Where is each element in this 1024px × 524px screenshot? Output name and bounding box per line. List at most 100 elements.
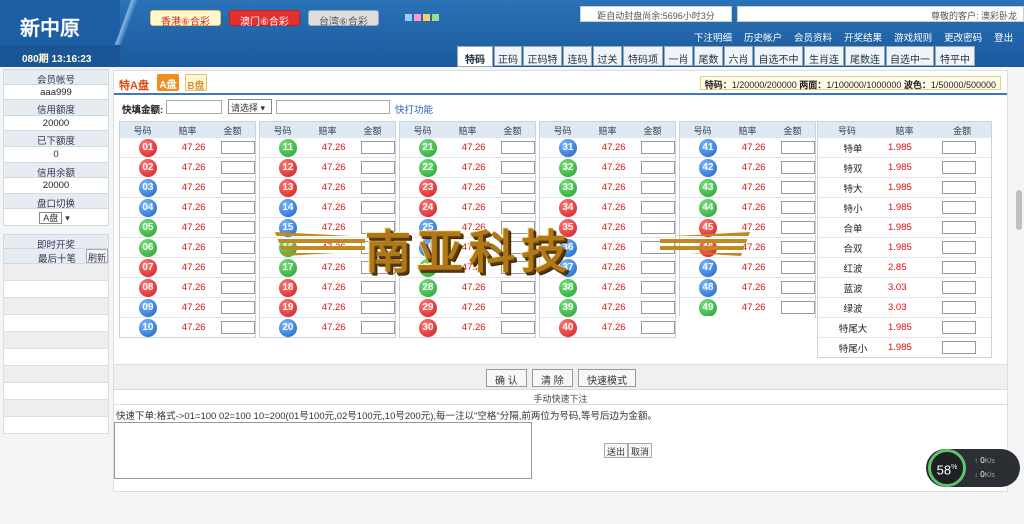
- manual-bet-textarea[interactable]: [114, 422, 532, 479]
- amount-input[interactable]: [641, 141, 675, 154]
- theme-green-icon[interactable]: [432, 14, 439, 21]
- tab-lianma[interactable]: 连码: [563, 46, 592, 66]
- number-ball[interactable]: 21: [419, 138, 437, 157]
- nav-history[interactable]: 历史帐户: [738, 30, 788, 44]
- amount-input[interactable]: [781, 141, 815, 154]
- amount-input[interactable]: [221, 281, 255, 294]
- number-ball[interactable]: 02: [139, 158, 157, 177]
- amount-input[interactable]: [942, 161, 976, 174]
- tab-yixiao[interactable]: 一肖: [664, 46, 693, 66]
- amount-input[interactable]: [221, 321, 255, 334]
- theme-orange-icon[interactable]: [423, 14, 430, 21]
- amount-input[interactable]: [781, 221, 815, 234]
- amount-input[interactable]: [361, 161, 395, 174]
- number-ball[interactable]: 07: [139, 258, 157, 277]
- number-ball[interactable]: 29: [419, 298, 437, 317]
- number-ball[interactable]: 12: [279, 158, 297, 177]
- number-ball[interactable]: 03: [139, 178, 157, 197]
- pan-switch-select[interactable]: A盘 ▾: [3, 209, 109, 227]
- nav-change-password[interactable]: 更改密码: [938, 30, 988, 44]
- tab-liuxiao[interactable]: 六肖: [724, 46, 753, 66]
- nav-logout[interactable]: 登出: [988, 30, 1019, 44]
- amount-input[interactable]: [942, 261, 976, 274]
- quick-fill-select[interactable]: 请选择 ▾: [228, 99, 272, 114]
- tab-guoguan[interactable]: 过关: [593, 46, 622, 66]
- amount-input[interactable]: [221, 141, 255, 154]
- amount-input[interactable]: [942, 341, 976, 354]
- clear-button[interactable]: 清 除: [532, 369, 573, 387]
- tab-tema[interactable]: 特码: [457, 46, 493, 67]
- amount-input[interactable]: [781, 161, 815, 174]
- amount-input[interactable]: [501, 321, 535, 334]
- number-ball[interactable]: 20: [279, 318, 297, 337]
- number-ball[interactable]: 09: [139, 298, 157, 317]
- number-ball[interactable]: 31: [559, 138, 577, 157]
- amount-input[interactable]: [221, 161, 255, 174]
- number-ball[interactable]: 04: [139, 198, 157, 217]
- number-ball[interactable]: 10: [139, 318, 157, 337]
- cancel-button[interactable]: 取消: [628, 443, 653, 458]
- amount-input[interactable]: [781, 261, 815, 274]
- nav-bet-details[interactable]: 下注明细: [688, 30, 738, 44]
- amount-input[interactable]: [221, 221, 255, 234]
- amount-input[interactable]: [221, 181, 255, 194]
- amount-input[interactable]: [221, 241, 255, 254]
- amount-input[interactable]: [221, 261, 255, 274]
- number-ball[interactable]: 23: [419, 178, 437, 197]
- number-ball[interactable]: 01: [139, 138, 157, 157]
- number-ball[interactable]: 22: [419, 158, 437, 177]
- amount-input[interactable]: [781, 201, 815, 214]
- pan-switch-value[interactable]: A盘: [39, 212, 63, 225]
- tab-zixuanzhongyi[interactable]: 自选中一: [886, 46, 934, 66]
- amount-input[interactable]: [942, 221, 976, 234]
- amount-input[interactable]: [781, 181, 815, 194]
- tab-weishu[interactable]: 尾数: [694, 46, 723, 66]
- amount-input[interactable]: [361, 141, 395, 154]
- number-ball[interactable]: 11: [279, 138, 297, 157]
- amount-input[interactable]: [641, 321, 675, 334]
- number-ball[interactable]: 32: [559, 158, 577, 177]
- tab-zhengma[interactable]: 正码: [494, 46, 522, 66]
- tab-weishulian[interactable]: 尾数连: [845, 46, 885, 66]
- region-tab-taiwan[interactable]: 台湾⑥合彩: [307, 10, 379, 28]
- quick-fill-numbers-input[interactable]: [276, 100, 390, 114]
- number-ball[interactable]: 19: [279, 298, 297, 317]
- region-tab-hk[interactable]: 香港⑥合彩: [150, 10, 221, 28]
- amount-input[interactable]: [942, 181, 976, 194]
- pan-b-button[interactable]: B盘: [185, 74, 207, 92]
- number-ball[interactable]: 43: [699, 178, 717, 197]
- tab-zhengmate[interactable]: 正码特: [523, 46, 562, 66]
- amount-input[interactable]: [221, 201, 255, 214]
- amount-input[interactable]: [221, 301, 255, 314]
- network-speed-widget[interactable]: 58% ↑ 0K/s ↓ 0K/s: [926, 449, 1020, 487]
- number-ball[interactable]: 42: [699, 158, 717, 177]
- number-ball[interactable]: 30: [419, 318, 437, 337]
- tab-temaxiang[interactable]: 特码项: [623, 46, 663, 66]
- number-ball[interactable]: 18: [279, 278, 297, 297]
- send-button[interactable]: 送出: [604, 443, 629, 458]
- amount-input[interactable]: [942, 241, 976, 254]
- amount-input[interactable]: [501, 181, 535, 194]
- number-ball[interactable]: 08: [139, 278, 157, 297]
- amount-input[interactable]: [361, 301, 395, 314]
- theme-pink-icon[interactable]: [414, 14, 421, 21]
- number-ball[interactable]: 05: [139, 218, 157, 237]
- number-ball[interactable]: 39: [559, 298, 577, 317]
- amount-input[interactable]: [501, 301, 535, 314]
- tab-zixuanbuzhong[interactable]: 自选不中: [754, 46, 803, 66]
- amount-input[interactable]: [942, 141, 976, 154]
- amount-input[interactable]: [781, 281, 815, 294]
- quick-bet-link[interactable]: 快打功能: [395, 102, 433, 116]
- amount-input[interactable]: [942, 301, 976, 314]
- amount-input[interactable]: [361, 281, 395, 294]
- nav-rules[interactable]: 游戏规则: [888, 30, 938, 44]
- number-ball[interactable]: 41: [699, 138, 717, 157]
- scrollbar-thumb[interactable]: [1016, 190, 1022, 230]
- amount-input[interactable]: [501, 281, 535, 294]
- amount-input[interactable]: [361, 321, 395, 334]
- nav-member-info[interactable]: 会员资料: [788, 30, 838, 44]
- amount-input[interactable]: [641, 161, 675, 174]
- number-ball[interactable]: 40: [559, 318, 577, 337]
- tab-shengxiaolian[interactable]: 生肖连: [804, 46, 844, 66]
- fast-mode-button[interactable]: 快速模式: [578, 369, 636, 387]
